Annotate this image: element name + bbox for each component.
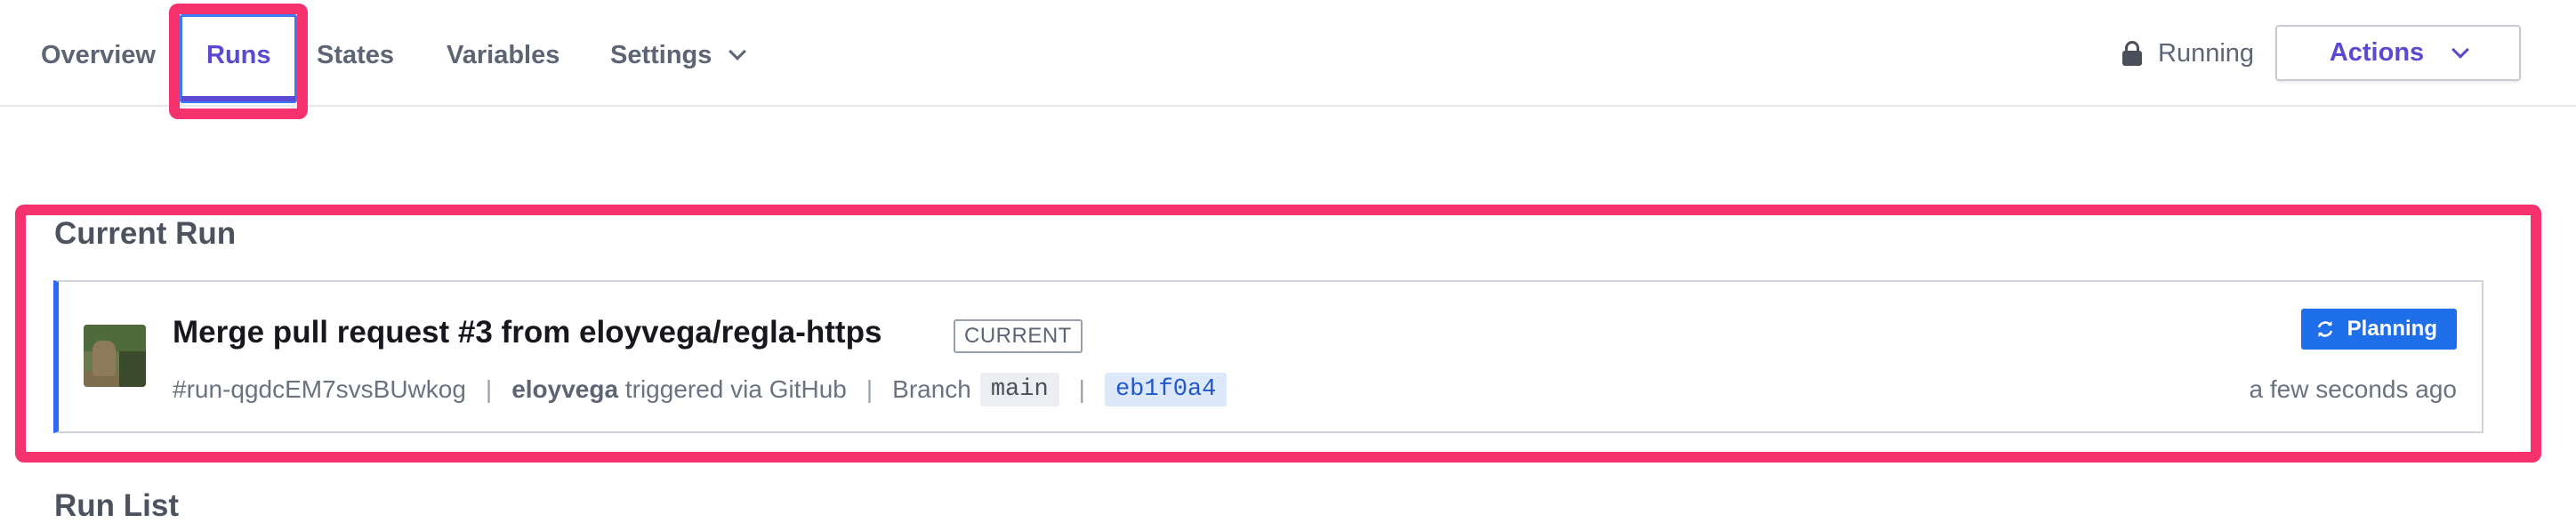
lock-status: Running [2122,37,2254,69]
tab-states[interactable]: States [317,39,394,71]
actions-button[interactable]: Actions [2275,25,2521,81]
top-nav: Overview Runs States Variables Settings … [0,0,2576,107]
lock-status-label: Running [2158,39,2255,68]
lock-icon [2122,41,2142,66]
actions-button-label: Actions [2329,38,2425,67]
tab-settings-label: Settings [610,41,712,69]
runs-tab-highlight [169,4,308,119]
run-list-heading: Run List [54,488,179,523]
tab-settings[interactable]: Settings [610,39,747,71]
current-run-highlight [15,205,2541,463]
chevron-down-icon [729,43,747,60]
chevron-down-icon [2451,40,2470,59]
tab-overview[interactable]: Overview [41,39,156,71]
tab-variables[interactable]: Variables [447,39,559,71]
